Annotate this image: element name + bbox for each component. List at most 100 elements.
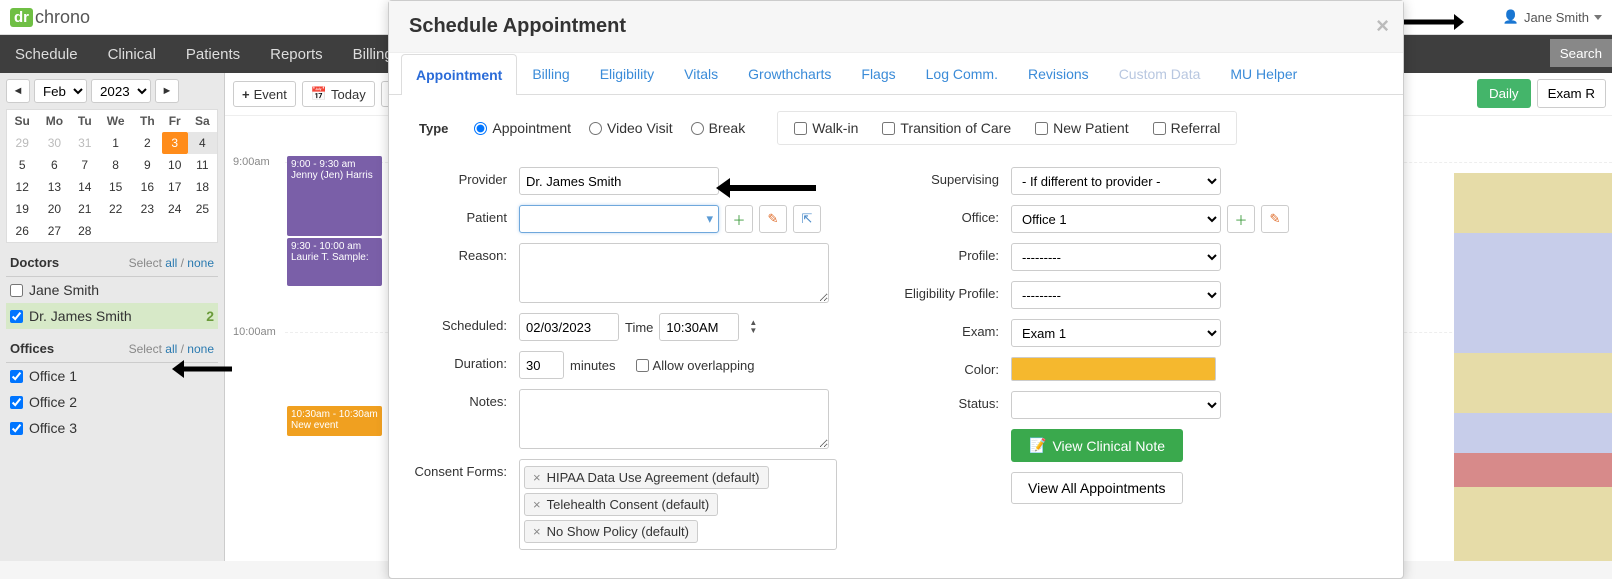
office-select[interactable]: Office 1 bbox=[1011, 205, 1221, 233]
nav-billing[interactable]: Billing bbox=[353, 46, 393, 63]
patient-input[interactable] bbox=[519, 205, 719, 233]
edit-patient-button[interactable]: ✎ bbox=[759, 205, 787, 233]
remove-tag-icon[interactable]: × bbox=[533, 497, 541, 512]
calendar-day[interactable]: 27 bbox=[37, 220, 71, 243]
scheduled-date-input[interactable] bbox=[519, 313, 619, 341]
modal-tab[interactable]: Appointment bbox=[401, 54, 517, 95]
calendar-day[interactable] bbox=[162, 220, 188, 243]
status-select[interactable] bbox=[1011, 391, 1221, 419]
supervising-select[interactable]: - If different to provider - bbox=[1011, 167, 1221, 195]
calendar-day[interactable]: 3 bbox=[162, 132, 188, 154]
exam-select[interactable]: Exam 1 bbox=[1011, 319, 1221, 347]
modal-tab[interactable]: Billing bbox=[517, 53, 584, 94]
modal-tab[interactable]: Custom Data bbox=[1104, 53, 1216, 94]
dropdown-icon[interactable]: ▾ bbox=[706, 211, 713, 227]
new-patient-checkbox[interactable]: New Patient bbox=[1035, 120, 1128, 136]
walkin-checkbox[interactable]: Walk-in bbox=[794, 120, 858, 136]
month-select[interactable]: Feb bbox=[34, 79, 87, 103]
calendar-day[interactable]: 15 bbox=[98, 176, 133, 198]
exam-view-button[interactable]: Exam R bbox=[1537, 79, 1606, 108]
calendar-day[interactable]: 4 bbox=[188, 132, 218, 154]
modal-tab[interactable]: Eligibility bbox=[585, 53, 669, 94]
offices-select-all[interactable]: all bbox=[165, 342, 177, 356]
calendar-event[interactable]: 10:30am - 10:30amNew event bbox=[287, 406, 382, 436]
transition-checkbox[interactable]: Transition of Care bbox=[882, 120, 1011, 136]
daily-view-button[interactable]: Daily bbox=[1477, 79, 1531, 108]
modal-tab[interactable]: Flags bbox=[846, 53, 910, 94]
calendar-day[interactable]: 14 bbox=[71, 176, 98, 198]
calendar-event[interactable]: 9:30 - 10:00 amLaurie T. Sample: bbox=[287, 238, 382, 286]
calendar-day[interactable]: 17 bbox=[162, 176, 188, 198]
color-picker[interactable] bbox=[1011, 357, 1216, 381]
modal-tab[interactable]: MU Helper bbox=[1215, 53, 1312, 94]
calendar-day[interactable]: 23 bbox=[133, 198, 162, 220]
offices-select-none[interactable]: none bbox=[187, 342, 214, 356]
modal-tab[interactable]: Growthcharts bbox=[733, 53, 846, 94]
calendar-day[interactable]: 22 bbox=[98, 198, 133, 220]
doctor-row[interactable]: Dr. James Smith2 bbox=[6, 303, 218, 329]
notes-textarea[interactable] bbox=[519, 389, 829, 449]
calendar-day[interactable]: 2 bbox=[133, 132, 162, 154]
user-menu[interactable]: 👤 Jane Smith bbox=[1503, 9, 1602, 25]
calendar-day[interactable]: 16 bbox=[133, 176, 162, 198]
year-select[interactable]: 2023 bbox=[91, 79, 151, 103]
calendar-day[interactable] bbox=[133, 220, 162, 243]
search-button[interactable]: Search bbox=[1550, 39, 1612, 67]
referral-checkbox[interactable]: Referral bbox=[1153, 120, 1221, 136]
office-row[interactable]: Office 2 bbox=[6, 389, 218, 415]
calendar-day[interactable]: 21 bbox=[71, 198, 98, 220]
doctors-select-all[interactable]: all bbox=[165, 256, 177, 270]
calendar-day[interactable]: 5 bbox=[7, 154, 38, 176]
add-event-button[interactable]: +Event bbox=[233, 81, 296, 107]
consent-tag[interactable]: × No Show Policy (default) bbox=[524, 520, 698, 543]
prev-month-button[interactable]: ◄ bbox=[6, 79, 30, 103]
provider-input[interactable] bbox=[519, 167, 719, 195]
calendar-day[interactable]: 7 bbox=[71, 154, 98, 176]
view-all-appointments-button[interactable]: View All Appointments bbox=[1011, 472, 1183, 504]
reason-textarea[interactable] bbox=[519, 243, 829, 303]
calendar-day[interactable]: 26 bbox=[7, 220, 38, 243]
view-clinical-note-button[interactable]: 📝View Clinical Note bbox=[1011, 429, 1183, 462]
calendar-day[interactable]: 10 bbox=[162, 154, 188, 176]
calendar-day[interactable]: 13 bbox=[37, 176, 71, 198]
doctor-row[interactable]: Jane Smith bbox=[6, 277, 218, 303]
calendar-day[interactable] bbox=[98, 220, 133, 243]
nav-reports[interactable]: Reports bbox=[270, 46, 323, 63]
type-video-radio[interactable]: Video Visit bbox=[589, 120, 673, 136]
calendar-day[interactable]: 8 bbox=[98, 154, 133, 176]
office-row[interactable]: Office 3 bbox=[6, 415, 218, 441]
remove-tag-icon[interactable]: × bbox=[533, 470, 541, 485]
consent-tag[interactable]: × HIPAA Data Use Agreement (default) bbox=[524, 466, 769, 489]
calendar-day[interactable]: 9 bbox=[133, 154, 162, 176]
scheduled-time-input[interactable] bbox=[659, 313, 739, 341]
edit-office-button[interactable]: ✎ bbox=[1261, 205, 1289, 233]
calendar-day[interactable]: 30 bbox=[37, 132, 71, 154]
add-office-button[interactable]: ＋ bbox=[1227, 205, 1255, 233]
type-break-radio[interactable]: Break bbox=[691, 120, 746, 136]
calendar-day[interactable]: 20 bbox=[37, 198, 71, 220]
allow-overlap-checkbox[interactable]: Allow overlapping bbox=[636, 358, 755, 373]
modal-tab[interactable]: Revisions bbox=[1013, 53, 1104, 94]
calendar-day[interactable]: 29 bbox=[7, 132, 38, 154]
calendar-day[interactable] bbox=[188, 220, 218, 243]
add-patient-button[interactable]: ＋ bbox=[725, 205, 753, 233]
calendar-day[interactable]: 24 bbox=[162, 198, 188, 220]
doctors-select-none[interactable]: none bbox=[187, 256, 214, 270]
next-month-button[interactable]: ► bbox=[155, 79, 179, 103]
calendar-day[interactable]: 11 bbox=[188, 154, 218, 176]
today-button[interactable]: 📅Today bbox=[302, 81, 375, 107]
consent-forms-box[interactable]: × HIPAA Data Use Agreement (default) × Te… bbox=[519, 459, 837, 550]
calendar-event[interactable]: 9:00 - 9:30 amJenny (Jen) Harris bbox=[287, 156, 382, 236]
calendar-day[interactable]: 6 bbox=[37, 154, 71, 176]
calendar-day[interactable]: 25 bbox=[188, 198, 218, 220]
duration-input[interactable] bbox=[519, 351, 564, 379]
calendar-day[interactable]: 1 bbox=[98, 132, 133, 154]
calendar-day[interactable]: 31 bbox=[71, 132, 98, 154]
open-patient-button[interactable]: ⇱ bbox=[793, 205, 821, 233]
mini-calendar[interactable]: SuMoTuWeThFrSa 2930311234567891011121314… bbox=[6, 109, 218, 243]
calendar-day[interactable]: 12 bbox=[7, 176, 38, 198]
remove-tag-icon[interactable]: × bbox=[533, 524, 541, 539]
time-stepper[interactable]: ▲▼ bbox=[749, 319, 757, 335]
nav-patients[interactable]: Patients bbox=[186, 46, 240, 63]
consent-tag[interactable]: × Telehealth Consent (default) bbox=[524, 493, 718, 516]
